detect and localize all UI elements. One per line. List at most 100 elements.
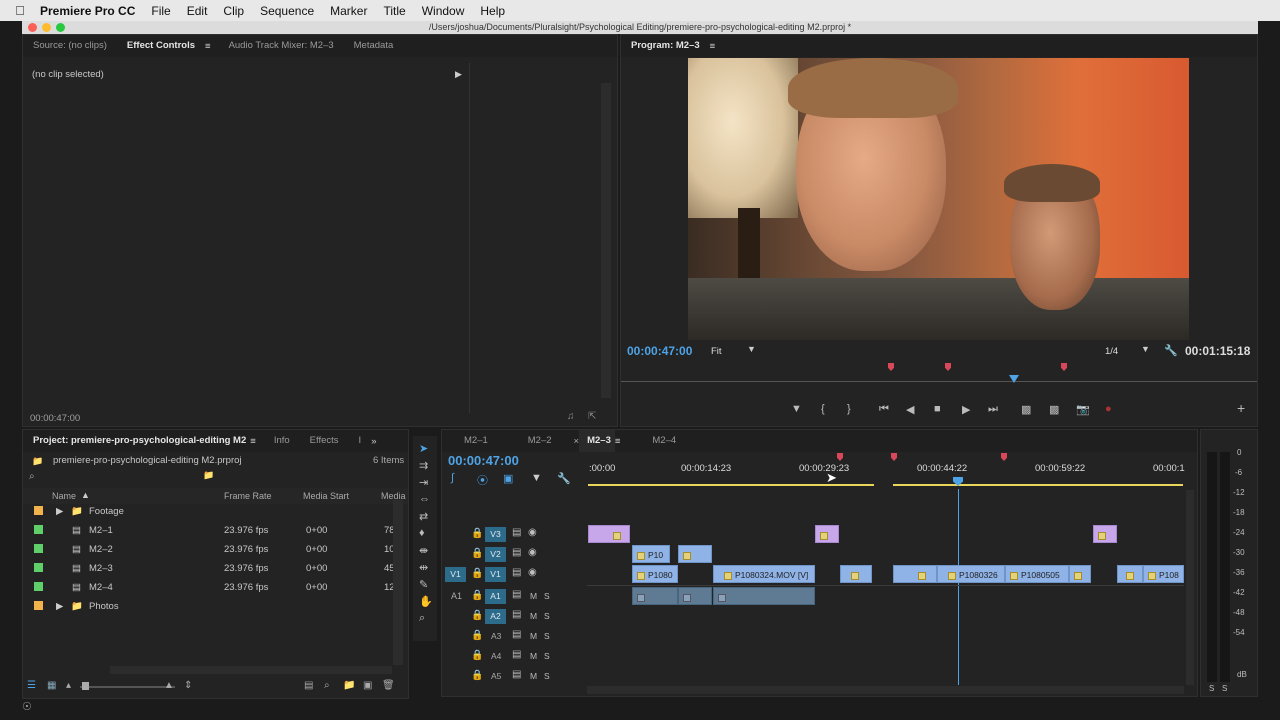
solo-button[interactable]: S (544, 631, 550, 641)
source-patch-v1[interactable]: V1 (445, 567, 466, 582)
lock-icon[interactable]: 🔒 (471, 670, 483, 681)
clip-v3[interactable] (1093, 525, 1117, 543)
menu-help[interactable]: Help (480, 4, 505, 18)
sync-lock-icon[interactable]: ▤ (512, 527, 521, 538)
lift-icon[interactable]: ▩ (1021, 403, 1031, 416)
razor-icon[interactable]: ♦ (419, 527, 425, 539)
selection-tool-icon[interactable]: ➤ (419, 442, 428, 455)
clip-a1[interactable] (632, 587, 678, 605)
sort-icon[interactable]: ⇕ (184, 680, 192, 691)
list-view-icon[interactable]: ☰ (27, 680, 36, 691)
timeline-timecode[interactable]: 00:00:47:00 (448, 453, 519, 468)
new-item-icon[interactable]: ▣ (363, 680, 372, 691)
sort-ascending-icon[interactable]: ▲ (81, 490, 90, 500)
fit-dropdown[interactable]: Fit (711, 346, 722, 357)
step-back-icon[interactable]: ◀ (906, 403, 914, 416)
rolling-edit-icon[interactable]: ⇔ (419, 493, 430, 505)
sync-lock-icon[interactable]: ▤ (512, 629, 521, 640)
clip-v2[interactable] (678, 545, 712, 563)
clip-v1[interactable]: P1080324.MOV [V] (713, 565, 815, 583)
tab-m2-1[interactable]: M2–1 (442, 430, 510, 452)
solo-button[interactable]: S (544, 611, 550, 621)
tab-project[interactable]: Project: premiere-pro-psychological-edit… (23, 430, 250, 452)
list-item[interactable]: ▤ M2–1 23.976 fps 0+00 78 (26, 521, 398, 540)
list-item[interactable]: ▤ M2–3 23.976 fps 0+00 45 (26, 559, 398, 578)
eye-icon[interactable]: ◉ (528, 527, 537, 538)
program-mini-ruler[interactable] (621, 363, 1257, 391)
mute-button[interactable]: M (530, 611, 537, 621)
mute-button[interactable]: M (530, 671, 537, 681)
export-frame-icon[interactable]: 📷 (1076, 403, 1090, 416)
solo-right-button[interactable]: S (1222, 684, 1227, 693)
menu-sequence[interactable]: Sequence (260, 4, 314, 18)
stop-icon[interactable]: ■ (934, 403, 941, 415)
marker-red[interactable] (888, 363, 894, 371)
clip-v3[interactable] (588, 525, 630, 543)
panel-menu-icon[interactable]: ≡ (205, 41, 211, 52)
lock-icon[interactable]: 🔒 (471, 630, 483, 641)
zoom-slider[interactable] (80, 686, 175, 688)
extract-icon[interactable]: ▩ (1049, 403, 1059, 416)
solo-left-button[interactable]: S (1209, 684, 1214, 693)
sync-lock-icon[interactable]: ▤ (512, 669, 521, 680)
zoom-slider-handle[interactable] (82, 682, 89, 690)
add-marker-icon[interactable]: ▣ (503, 472, 513, 485)
status-icon[interactable]: ☉ (22, 700, 42, 714)
sync-lock-icon[interactable]: ▤ (512, 609, 521, 620)
chevron-down-icon[interactable]: ▼ (747, 344, 756, 354)
panel-menu-icon[interactable]: ≡ (615, 436, 621, 447)
sync-lock-icon[interactable]: ▤ (512, 589, 521, 600)
lock-icon[interactable]: 🔒 (471, 548, 483, 559)
icon-view-icon[interactable]: ▦ (47, 680, 56, 691)
sync-lock-icon[interactable]: ▤ (512, 649, 521, 660)
minimize-window-button[interactable] (42, 23, 51, 32)
mute-button[interactable]: M (530, 651, 537, 661)
program-title[interactable]: Program: M2–3 (621, 35, 710, 57)
sync-lock-icon[interactable]: ▤ (512, 567, 521, 578)
clip-v1[interactable] (840, 565, 872, 583)
close-window-button[interactable] (28, 23, 37, 32)
project-scrollbar[interactable] (393, 500, 403, 665)
track-label-a3[interactable]: A3 (491, 631, 501, 641)
list-item[interactable]: ▤ M2–4 23.976 fps 0+00 12 (26, 578, 398, 597)
resolution-dropdown[interactable]: 1/4 (1105, 346, 1118, 357)
track-target-v1[interactable]: V1 (485, 567, 506, 582)
timeline-v-scrollbar[interactable] (1186, 490, 1194, 685)
program-current-timecode[interactable]: 00:00:47:00 (627, 344, 692, 358)
lock-icon[interactable]: 🔒 (471, 568, 483, 579)
tab-effect-controls[interactable]: Effect Controls (117, 35, 205, 57)
zoom-in-icon[interactable]: ▲ (164, 680, 174, 691)
menu-edit[interactable]: Edit (187, 4, 208, 18)
tab-source[interactable]: Source: (no clips) (23, 35, 117, 57)
linked-selection-icon[interactable]: ⦿ (477, 472, 488, 488)
label-color-swatch[interactable] (34, 525, 43, 534)
record-icon[interactable]: ● (1105, 403, 1112, 415)
tab-m2-2[interactable]: M2–2 (510, 430, 570, 452)
col-name[interactable]: Name (52, 491, 76, 501)
list-item[interactable]: ▤ M2–2 23.976 fps 0+00 10 (26, 540, 398, 559)
go-to-in-icon[interactable]: ⏮ (879, 403, 889, 416)
slip-icon[interactable]: ⇼ (419, 544, 428, 557)
mute-button[interactable]: M (530, 631, 537, 641)
tab-more[interactable]: I (349, 430, 372, 452)
audio-icon[interactable]: ♫ (567, 411, 575, 422)
lock-icon[interactable]: 🔒 (471, 590, 483, 601)
track-target-v3[interactable]: V3 (485, 527, 506, 542)
export-icon[interactable]: ⇱ (588, 411, 596, 422)
wrench-icon[interactable]: 🔧 (1164, 344, 1178, 357)
marker-red[interactable] (945, 363, 951, 371)
trash-icon[interactable]: 🗑 (382, 680, 395, 691)
clip-v1[interactable] (1117, 565, 1143, 583)
col-frame-rate[interactable]: Frame Rate (224, 491, 272, 501)
clip-v1[interactable] (1069, 565, 1091, 583)
add-button-icon[interactable]: + (1237, 400, 1245, 416)
clip-v1[interactable]: P1080326 (937, 565, 1005, 583)
expand-arrow-icon[interactable]: ▶ (455, 69, 462, 80)
automate-icon[interactable]: ▤ (304, 680, 313, 691)
lock-icon[interactable]: 🔒 (471, 650, 483, 661)
search-icon[interactable]: ⌕ (29, 471, 35, 482)
zoom-icon[interactable]: ⌕ (419, 612, 425, 625)
col-media-start[interactable]: Media Start (303, 491, 349, 501)
expand-arrow-icon[interactable]: ▶ (56, 601, 63, 612)
timeline-h-scrollbar[interactable] (587, 686, 1184, 694)
